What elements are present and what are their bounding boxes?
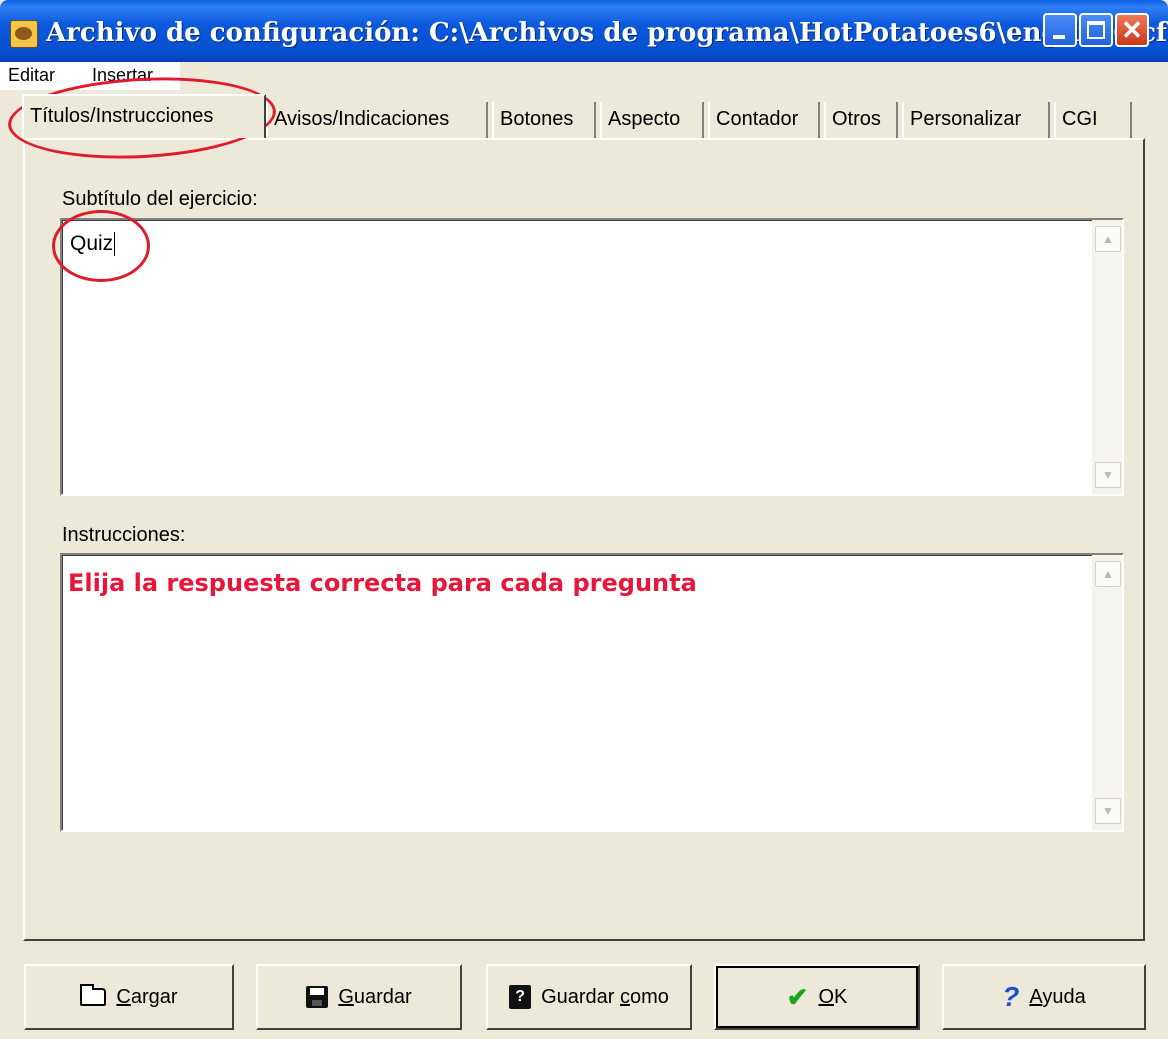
hotpotatoes-icon[interactable] (10, 20, 38, 48)
subtitle-textarea[interactable]: Quiz ▲ ▼ (60, 218, 1124, 496)
menu-editar[interactable]: Editar (8, 65, 55, 86)
subtitle-text: Quiz (70, 232, 114, 255)
instructions-text: Elija la respuesta correcta para cada pr… (68, 569, 697, 597)
ok-button[interactable]: ✔ OK (714, 964, 920, 1030)
maximize-button[interactable] (1079, 13, 1113, 47)
tab-otros[interactable]: Otros (824, 102, 898, 138)
help-button[interactable]: ? Ayuda (942, 964, 1146, 1030)
scroll-down-icon[interactable]: ▼ (1095, 798, 1121, 824)
load-button[interactable]: Cargar (24, 964, 234, 1030)
window-title: Archivo de configuración: C:\Archivos de… (46, 18, 1168, 48)
floppy-disk-question-icon: ? (509, 985, 532, 1009)
tab-botones[interactable]: Botones (492, 102, 596, 138)
tab-strip: Títulos/Instrucciones Avisos/Indicacione… (0, 92, 1168, 142)
save-as-button[interactable]: ? Guardar como (486, 964, 692, 1030)
scroll-down-icon[interactable]: ▼ (1095, 462, 1121, 488)
checkmark-icon: ✔ (786, 981, 809, 1012)
minimize-button[interactable] (1043, 13, 1077, 47)
subtitle-scrollbar[interactable]: ▲ ▼ (1092, 220, 1122, 494)
tab-contador[interactable]: Contador (708, 102, 820, 138)
question-mark-icon: ? (1002, 981, 1020, 1012)
title-bar[interactable]: Archivo de configuración: C:\Archivos de… (0, 0, 1168, 62)
close-button[interactable]: ✕ (1115, 13, 1149, 47)
tab-personalizar[interactable]: Personalizar (902, 102, 1050, 138)
load-button-hotkey: C (116, 985, 131, 1008)
text-caret (114, 232, 116, 257)
menu-insertar[interactable]: Insertar (92, 65, 153, 86)
instructions-scrollbar[interactable]: ▲ ▼ (1092, 555, 1122, 830)
instructions-label: Instrucciones: (62, 524, 186, 546)
save-as-button-hotkey: c (620, 985, 631, 1008)
scroll-up-icon[interactable]: ▲ (1095, 561, 1121, 587)
tab-avisos-indicaciones[interactable]: Avisos/Indicaciones (266, 102, 488, 138)
help-button-hotkey: A (1029, 985, 1043, 1008)
close-icon: ✕ (1121, 15, 1143, 45)
tab-titulos-instrucciones[interactable]: Títulos/Instrucciones (22, 94, 266, 138)
tab-cgi[interactable]: CGI (1054, 102, 1132, 138)
folder-open-icon (80, 984, 107, 1006)
menu-bar: Editar Insertar (0, 62, 180, 90)
minimize-icon (1053, 35, 1065, 39)
scroll-up-icon[interactable]: ▲ (1095, 226, 1121, 252)
save-button[interactable]: Guardar (256, 964, 462, 1030)
floppy-disk-icon (306, 986, 329, 1008)
subtitle-label: Subtítulo del ejercicio: (62, 188, 258, 210)
ok-button-hotkey: O (818, 985, 834, 1008)
maximize-icon (1087, 21, 1105, 39)
save-button-hotkey: G (338, 985, 354, 1008)
instructions-textarea[interactable]: Elija la respuesta correcta para cada pr… (60, 553, 1124, 832)
tab-aspecto[interactable]: Aspecto (600, 102, 704, 138)
